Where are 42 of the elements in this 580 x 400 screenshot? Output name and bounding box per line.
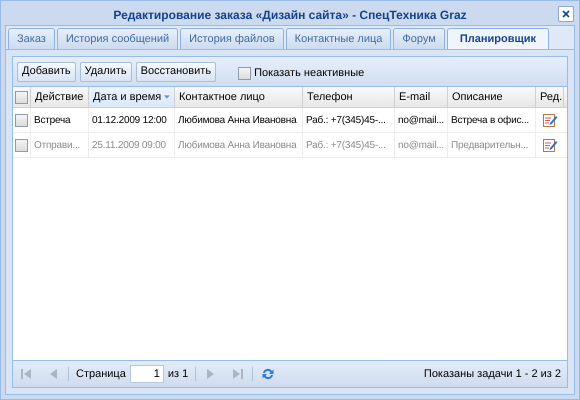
close-icon [561, 9, 571, 19]
tab[interactable]: Форум [393, 28, 445, 49]
column-header[interactable]: E-mail [395, 87, 448, 107]
table-cell: Раб.: +7(345)45-... [303, 133, 395, 157]
table-cell: Любимова Анна Ивановна [175, 133, 303, 157]
edit-icon[interactable] [542, 137, 558, 153]
tab[interactable]: Контактные лица [286, 28, 392, 49]
tab[interactable]: Заказ [8, 28, 55, 49]
table-cell: Раб.: +7(345)45-... [303, 108, 395, 132]
table-cell: Предварительн... [448, 133, 536, 157]
column-header[interactable]: Телефон [303, 87, 395, 107]
row-checkbox[interactable] [15, 114, 28, 126]
toolbar-button[interactable]: Удалить [80, 62, 132, 82]
page-field[interactable]: 1 [130, 365, 164, 383]
toolbar-button[interactable]: Добавить [17, 62, 76, 82]
close-button[interactable] [558, 6, 574, 22]
paging-summary: Показаны задачи 1 - 2 из 2 [424, 366, 561, 382]
edit-icon[interactable] [542, 112, 558, 128]
table-cell: 25.11.2009 09:00 [89, 133, 175, 157]
table-cell: no@mail... [395, 133, 448, 157]
checkbox-label: Показать неактивные [254, 66, 364, 82]
select-all-checkbox[interactable] [15, 90, 28, 104]
column-header[interactable]: Дата и время [89, 87, 175, 107]
tab[interactable]: История файлов [180, 28, 284, 49]
sort-icon [164, 95, 170, 99]
tab[interactable]: История сообщений [56, 28, 178, 49]
table-cell: Встреча [31, 108, 89, 132]
column-header[interactable]: Описание [448, 87, 536, 107]
table-cell: no@mail... [395, 108, 448, 132]
table-cell: Отправи... [31, 133, 89, 157]
window-title: Редактирование заказа «Дизайн сайта» - СпецТехника Graz [113, 7, 467, 24]
toolbar-button[interactable]: Восстановить [136, 62, 216, 82]
table-cell: Встреча в офис... [448, 108, 536, 132]
page-count: из 1 [168, 366, 188, 382]
column-header[interactable]: Контактное лицо [175, 87, 303, 107]
row-checkbox[interactable] [15, 138, 28, 152]
page-label: Страница [76, 366, 126, 382]
refresh-icon[interactable] [260, 366, 276, 382]
table-cell: 01.12.2009 12:00 [89, 108, 175, 132]
column-header[interactable]: Ред. [536, 87, 564, 107]
tab[interactable]: Планировщик [446, 28, 550, 49]
table-cell: Любимова Анна Ивановна [175, 108, 303, 132]
